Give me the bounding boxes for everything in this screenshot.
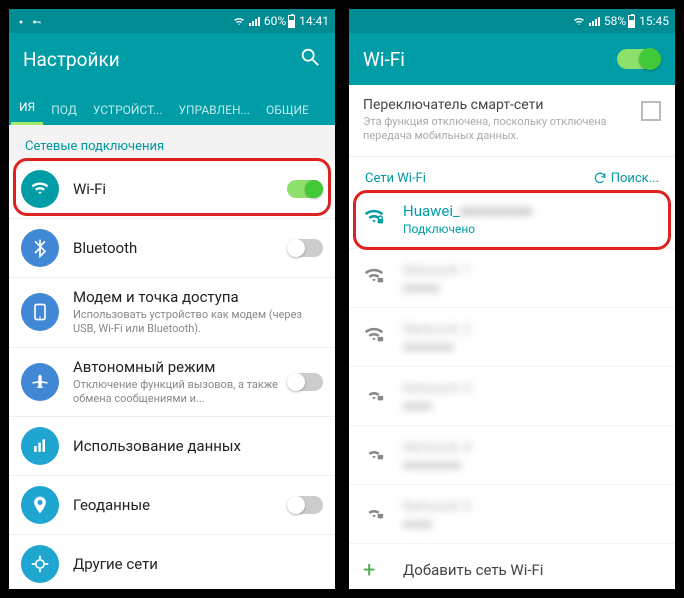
connected-ssid: Huawei_■■■■■■■■: [403, 202, 661, 220]
tab-i[interactable]: ИЯ: [11, 90, 43, 125]
network-row[interactable]: Network 3■■■■: [349, 367, 675, 426]
search-icon[interactable]: [299, 46, 321, 73]
plus-icon: +: [363, 558, 389, 583]
clock: 14:41: [299, 14, 329, 28]
wifi-toggle[interactable]: [287, 180, 323, 198]
bluetooth-toggle[interactable]: [287, 239, 323, 257]
signal-icon: [589, 16, 600, 26]
page-title: Настройки: [23, 48, 299, 71]
more-networks-label: Другие сети: [73, 555, 323, 573]
tab-connections[interactable]: ПОД: [43, 93, 85, 125]
data-usage-icon: [21, 427, 59, 465]
airplane-row[interactable]: Автономный режим Отключение функций вызо…: [9, 348, 335, 418]
app-bar: Wi-Fi: [349, 33, 675, 85]
smart-network-sub: Эта функция отключена, поскольку отключе…: [363, 115, 633, 144]
wifi-icon: [233, 14, 245, 28]
smart-network-checkbox[interactable]: [641, 101, 661, 121]
airplane-sub: Отключение функций вызовов, а также обме…: [73, 378, 287, 407]
bluetooth-icon: [21, 229, 59, 267]
wifi-icon: [21, 170, 59, 208]
bluetooth-label: Bluetooth: [73, 239, 287, 257]
wifi-icon: [573, 14, 585, 28]
wifi-master-toggle[interactable]: [617, 49, 661, 69]
data-usage-label: Использование данных: [73, 437, 323, 455]
section-network-label: Сетевые подключения: [9, 125, 335, 160]
connected-network-row[interactable]: Huawei_■■■■■■■■ Подключено: [349, 190, 675, 249]
app-bar: Настройки: [9, 33, 335, 85]
more-networks-row[interactable]: Другие сети: [9, 535, 335, 589]
wifi-secure-icon: [363, 383, 389, 409]
location-label: Геоданные: [73, 496, 287, 514]
location-row[interactable]: Геоданные: [9, 476, 335, 535]
smart-network-label: Переключатель смарт-сети: [363, 97, 633, 113]
wifi-secure-icon: [363, 442, 389, 468]
add-network-row: + Добавить сеть Wi-Fi: [349, 544, 675, 589]
tethering-label: Модем и точка доступа: [73, 288, 323, 306]
status-bar: 58% 15:45: [349, 9, 675, 33]
tabs: ИЯ ПОД УСТРОЙСТ... УПРАВЛЕН... ОБЩИЕ: [9, 85, 335, 125]
network-row[interactable]: Network 5■■■■: [349, 485, 675, 544]
battery-indicator: 58%: [604, 14, 635, 28]
tethering-row[interactable]: Модем и точка доступа Использовать устро…: [9, 278, 335, 348]
battery-indicator: 60%: [264, 14, 295, 28]
network-row[interactable]: Network 4■■■■■■■■: [349, 426, 675, 485]
clock: 15:45: [639, 14, 669, 28]
key-icon: [31, 14, 43, 28]
networks-label: Сети Wi-Fi: [365, 171, 426, 186]
tethering-sub: Использовать устройство как модем (через…: [73, 308, 323, 337]
airplane-toggle[interactable]: [287, 373, 323, 391]
scan-button[interactable]: Поиск...: [593, 171, 659, 186]
wifi-secure-icon: [363, 501, 389, 527]
network-row[interactable]: Network 2■■■■■■■: [349, 308, 675, 367]
wifi-secure-icon: [363, 265, 389, 291]
airplane-icon: [21, 363, 59, 401]
airplane-label: Автономный режим: [73, 358, 287, 376]
wifi-screen: 58% 15:45 Wi-Fi Переключатель смарт-сети…: [348, 8, 676, 590]
wifi-content: Переключатель смарт-сети Эта функция отк…: [349, 85, 675, 589]
smart-network-row[interactable]: Переключатель смарт-сети Эта функция отк…: [349, 85, 675, 157]
wifi-secure-icon: [363, 324, 389, 350]
tab-device[interactable]: УСТРОЙСТ...: [85, 93, 171, 125]
network-row[interactable]: Network 1■■■■■: [349, 249, 675, 308]
settings-screen: 60% 14:41 Настройки ИЯ ПОД УСТРОЙСТ... У…: [8, 8, 336, 590]
add-network-label: Добавить сеть Wi-Fi: [403, 561, 661, 579]
status-bar: 60% 14:41: [9, 9, 335, 33]
location-icon: [21, 486, 59, 524]
bluetooth-row[interactable]: Bluetooth: [9, 219, 335, 278]
location-toggle[interactable]: [287, 496, 323, 514]
tab-general[interactable]: ОБЩИЕ: [258, 93, 317, 125]
tethering-icon: [21, 293, 59, 331]
settings-list: Сетевые подключения Wi-Fi Bluetooth: [9, 125, 335, 589]
signal-icon: [249, 16, 260, 26]
connected-status: Подключено: [403, 222, 661, 236]
wifi-label: Wi-Fi: [73, 180, 287, 198]
wifi-secure-icon: [363, 206, 389, 232]
data-usage-row[interactable]: Использование данных: [9, 417, 335, 476]
page-title: Wi-Fi: [363, 48, 617, 71]
more-networks-icon: [21, 545, 59, 583]
networks-header: Сети Wi-Fi Поиск...: [349, 157, 675, 190]
wifi-row[interactable]: Wi-Fi: [9, 160, 335, 219]
tab-management[interactable]: УПРАВЛЕН...: [170, 93, 258, 125]
notification-icon: [15, 14, 27, 28]
